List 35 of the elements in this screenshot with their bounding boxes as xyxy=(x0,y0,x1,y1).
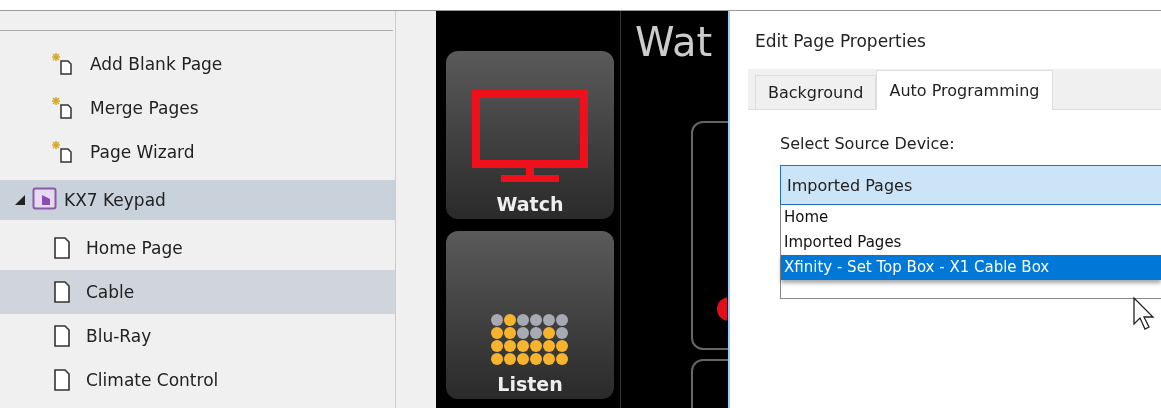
page-icon xyxy=(52,368,72,392)
dialog-title: Edit Page Properties xyxy=(754,30,927,53)
source-dropdown[interactable]: Imported Pages xyxy=(780,165,1161,205)
action-item[interactable]: Merge Pages xyxy=(0,86,395,130)
tree-item-label: Climate Control xyxy=(86,370,219,390)
page-icon xyxy=(52,280,72,304)
page-item[interactable]: Blu-Ray xyxy=(0,314,395,358)
action-item[interactable]: Add Blank Page xyxy=(0,42,395,86)
dropdown-option[interactable]: Imported Pages xyxy=(781,230,1161,255)
tree-item-label: Add Blank Page xyxy=(90,54,223,74)
expand-arrow-icon[interactable] xyxy=(14,194,26,206)
source-tile[interactable]: Listen xyxy=(446,231,614,399)
tree-item-label: Blu-Ray xyxy=(86,326,152,346)
keypad-icon xyxy=(32,187,58,213)
page-item[interactable]: Climate Control xyxy=(0,358,395,402)
page-item[interactable]: Home Page xyxy=(0,226,395,270)
page-heading: Wat xyxy=(634,18,714,65)
tab[interactable]: Auto Programming xyxy=(876,70,1053,110)
tree-group[interactable]: KX7 Keypad xyxy=(0,180,395,220)
tab[interactable]: Background xyxy=(755,75,877,109)
field-label: Select Source Device: xyxy=(780,134,956,153)
action-item[interactable]: Page Wizard xyxy=(0,130,395,174)
tree-item-label: Page Wizard xyxy=(90,142,195,162)
tree-item-label: Home Page xyxy=(86,238,183,258)
source-tile[interactable]: Watch xyxy=(446,51,614,219)
tree-item-label: Cable xyxy=(86,282,135,302)
page-icon xyxy=(52,236,72,260)
dropdown-option[interactable]: Home xyxy=(781,205,1161,230)
indicator-icon xyxy=(717,297,727,321)
tree-item-label: KX7 Keypad xyxy=(64,190,166,210)
page-item[interactable]: Cable xyxy=(0,270,395,314)
dropdown-option[interactable]: Xfinity - Set Top Box - X1 Cable Box xyxy=(781,255,1161,280)
dot-grid-icon xyxy=(490,313,570,367)
tree-item-label: Merge Pages xyxy=(90,98,199,118)
page-icon xyxy=(52,324,72,348)
